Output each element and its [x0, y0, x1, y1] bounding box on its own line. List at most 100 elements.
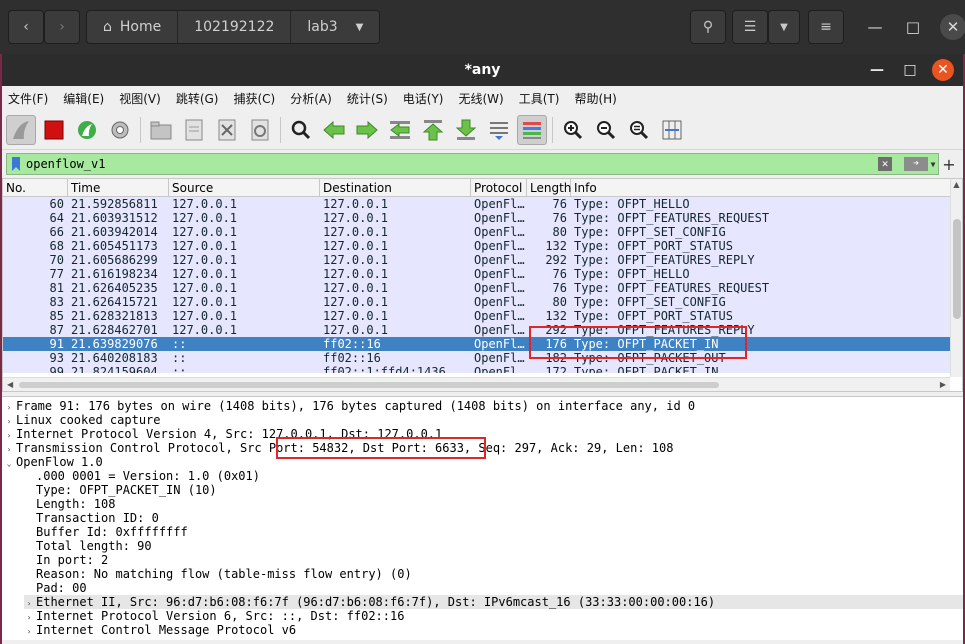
go-back-button[interactable] — [319, 115, 349, 145]
apply-filter-icon[interactable]: ➔ — [904, 157, 928, 171]
menu-help[interactable]: 帮助(H) — [574, 90, 616, 107]
detail-tree-item[interactable]: › Linux cooked capture — [4, 413, 161, 427]
column-header-length[interactable]: Length — [527, 179, 571, 196]
colorize-button[interactable] — [517, 114, 547, 145]
menu-file[interactable]: 文件(F) — [8, 90, 48, 107]
menu-statistics[interactable]: 统计(S) — [347, 90, 388, 107]
packet-row[interactable]: 83 21.626415721 127.0.0.1 127.0.0.1 OpenFl… 8… — [3, 295, 962, 309]
zoom-in-button[interactable] — [558, 115, 588, 145]
toolbar-separator — [140, 116, 141, 143]
display-filter-input[interactable]: openflow_v1 ✕ ➔ ▼ — [6, 153, 939, 175]
packet-row[interactable]: 93 21.640208183:: ff02::16 OpenFl… 182 Type: … — [3, 351, 962, 365]
start-capture-button[interactable] — [6, 114, 36, 145]
forward-button[interactable]: › — [44, 10, 80, 44]
menu-telephony[interactable]: 电话(Y) — [403, 90, 444, 107]
detail-tree-item[interactable]: Pad: 00 — [24, 581, 87, 595]
minimize-button[interactable]: — — [862, 14, 888, 40]
expand-right-icon[interactable]: › — [24, 625, 34, 639]
add-filter-button-icon[interactable]: + — [939, 155, 959, 174]
stop-capture-button[interactable] — [39, 115, 69, 145]
detail-tree-item[interactable]: Total length: 90 — [24, 539, 152, 553]
packet-list-hscrollbar[interactable]: ◀ ▶ — [3, 377, 950, 391]
auto-scroll-icon — [490, 121, 508, 140]
auto-scroll-button[interactable] — [484, 115, 514, 145]
close-file-icon — [218, 119, 236, 140]
menu-view[interactable]: 视图(V) — [119, 90, 161, 107]
packet-row[interactable]: 77 21.616198234 127.0.0.1 127.0.0.1 OpenFl… 7… — [3, 267, 962, 281]
detail-tree-item[interactable]: Transaction ID: 0 — [24, 511, 159, 525]
zoom-out-button[interactable] — [591, 115, 621, 145]
close-button[interactable]: ✕ — [940, 14, 965, 40]
menu-go[interactable]: 跳转(G) — [176, 90, 219, 107]
packet-row[interactable]: 70 21.605686299 127.0.0.1 127.0.0.1 OpenFl… 2… — [3, 253, 962, 267]
menu-wireless[interactable]: 无线(W) — [459, 90, 504, 107]
breadcrumb-current[interactable]: lab3 ▼ — [291, 11, 380, 43]
clear-filter-icon[interactable]: ✕ — [878, 157, 892, 171]
cell-info: Type: OFPT_HELLO — [574, 197, 690, 211]
first-packet-button[interactable] — [418, 115, 448, 145]
maximize-button[interactable]: □ — [899, 59, 921, 81]
column-header-no[interactable]: No. — [3, 179, 68, 196]
close-file-button[interactable] — [212, 115, 242, 145]
open-file-button[interactable] — [146, 115, 176, 145]
resize-columns-button[interactable] — [657, 115, 687, 145]
zoom-normal-button[interactable] — [624, 115, 654, 145]
packet-row[interactable]: 81 21.626405235 127.0.0.1 127.0.0.1 OpenFl… 7… — [3, 281, 962, 295]
column-header-time[interactable]: Time — [68, 179, 169, 196]
packet-row[interactable]: 68 21.605451173 127.0.0.1 127.0.0.1 OpenFl… 1… — [3, 239, 962, 253]
menu-capture[interactable]: 捕获(C) — [233, 90, 275, 107]
view-list-button[interactable]: ☰ — [732, 10, 768, 44]
packet-row[interactable]: 60 21.592856811 127.0.0.1 127.0.0.1 OpenFl… 7… — [3, 197, 962, 211]
column-header-info[interactable]: Info — [571, 179, 962, 196]
maximize-button[interactable]: □ — [900, 14, 926, 40]
detail-tree-item[interactable]: ⌄ OpenFlow 1.0 — [4, 455, 103, 469]
breadcrumb-folder[interactable]: 102192122 — [178, 11, 292, 43]
detail-tree-item[interactable]: Buffer Id: 0xffffffff — [24, 525, 188, 539]
packet-list-vscrollbar[interactable]: ▲ — [950, 179, 962, 377]
scroll-up-icon[interactable]: ▲ — [951, 179, 962, 191]
detail-tree-item[interactable]: Length: 108 — [24, 497, 115, 511]
save-file-button[interactable] — [179, 115, 209, 145]
detail-tree-item[interactable]: › Internet Protocol Version 6, Src: ::, D… — [24, 609, 405, 623]
scrollbar-thumb[interactable] — [19, 382, 719, 388]
back-button[interactable]: ‹ — [8, 10, 44, 44]
chevron-down-icon[interactable]: ▼ — [928, 154, 938, 174]
packet-row[interactable]: 99 21.824159604:: ff02::1:ffd4:1436 OpenFl…… — [3, 365, 962, 373]
breadcrumb-home[interactable]: ⌂ Home — [87, 11, 179, 43]
menu-tools[interactable]: 工具(T) — [519, 90, 560, 107]
packet-row[interactable]: 66 21.603942014 127.0.0.1 127.0.0.1 OpenFl… 8… — [3, 225, 962, 239]
go-forward-button[interactable] — [352, 115, 382, 145]
scroll-left-icon[interactable]: ◀ — [7, 380, 13, 389]
capture-options-button[interactable] — [105, 115, 135, 145]
menu-button[interactable]: ≡ — [808, 10, 844, 44]
restart-capture-button[interactable] — [72, 115, 102, 145]
detail-tree-item[interactable]: Reason: No matching flow (table-miss flo… — [24, 567, 412, 581]
minimize-button[interactable]: — — [866, 59, 888, 81]
scroll-right-icon[interactable]: ▶ — [940, 380, 946, 389]
packet-row[interactable]: 64 21.603931512 127.0.0.1 127.0.0.1 OpenFl… 7… — [3, 211, 962, 225]
packet-row[interactable]: 85 21.628321813 127.0.0.1 127.0.0.1 OpenFl… 1… — [3, 309, 962, 323]
find-packet-button[interactable] — [286, 115, 316, 145]
detail-tree-item[interactable]: Type: OFPT_PACKET_IN (10) — [24, 483, 217, 497]
go-to-packet-button[interactable] — [385, 115, 415, 145]
detail-tree-item[interactable]: .000 0001 = Version: 1.0 (0x01) — [24, 469, 260, 483]
packet-row[interactable]: 87 21.628462701 127.0.0.1 127.0.0.1 OpenFl… 2… — [3, 323, 962, 337]
menu-edit[interactable]: 编辑(E) — [63, 90, 104, 107]
bookmark-icon[interactable] — [12, 157, 20, 171]
menu-analyze[interactable]: 分析(A) — [290, 90, 332, 107]
detail-tree-item[interactable]: In port: 2 — [24, 553, 108, 567]
column-header-source[interactable]: Source — [169, 179, 320, 196]
expand-down-icon[interactable]: ⌄ — [4, 457, 14, 471]
reload-file-button[interactable] — [245, 115, 275, 145]
detail-tree-item[interactable]: › Frame 91: 176 bytes on wire (1408 bits)… — [4, 399, 696, 413]
column-header-protocol[interactable]: Protocol — [471, 179, 527, 196]
last-packet-button[interactable] — [451, 115, 481, 145]
scrollbar-thumb[interactable] — [953, 219, 961, 319]
packet-row-selected[interactable]: 91 21.639829076:: ff02::16 OpenFl… 176 Type: … — [3, 337, 962, 351]
close-button[interactable]: ✕ — [932, 59, 954, 81]
detail-tree-item[interactable]: › Internet Control Message Protocol v6 — [24, 623, 297, 639]
column-header-destination[interactable]: Destination — [320, 179, 471, 196]
detail-tree-item[interactable]: › Ethernet II, Src: 96:d7:b6:08:f6:7f (96… — [24, 595, 963, 609]
search-button[interactable]: ⚲ — [690, 10, 726, 44]
view-options-button[interactable]: ▼ — [768, 10, 800, 44]
